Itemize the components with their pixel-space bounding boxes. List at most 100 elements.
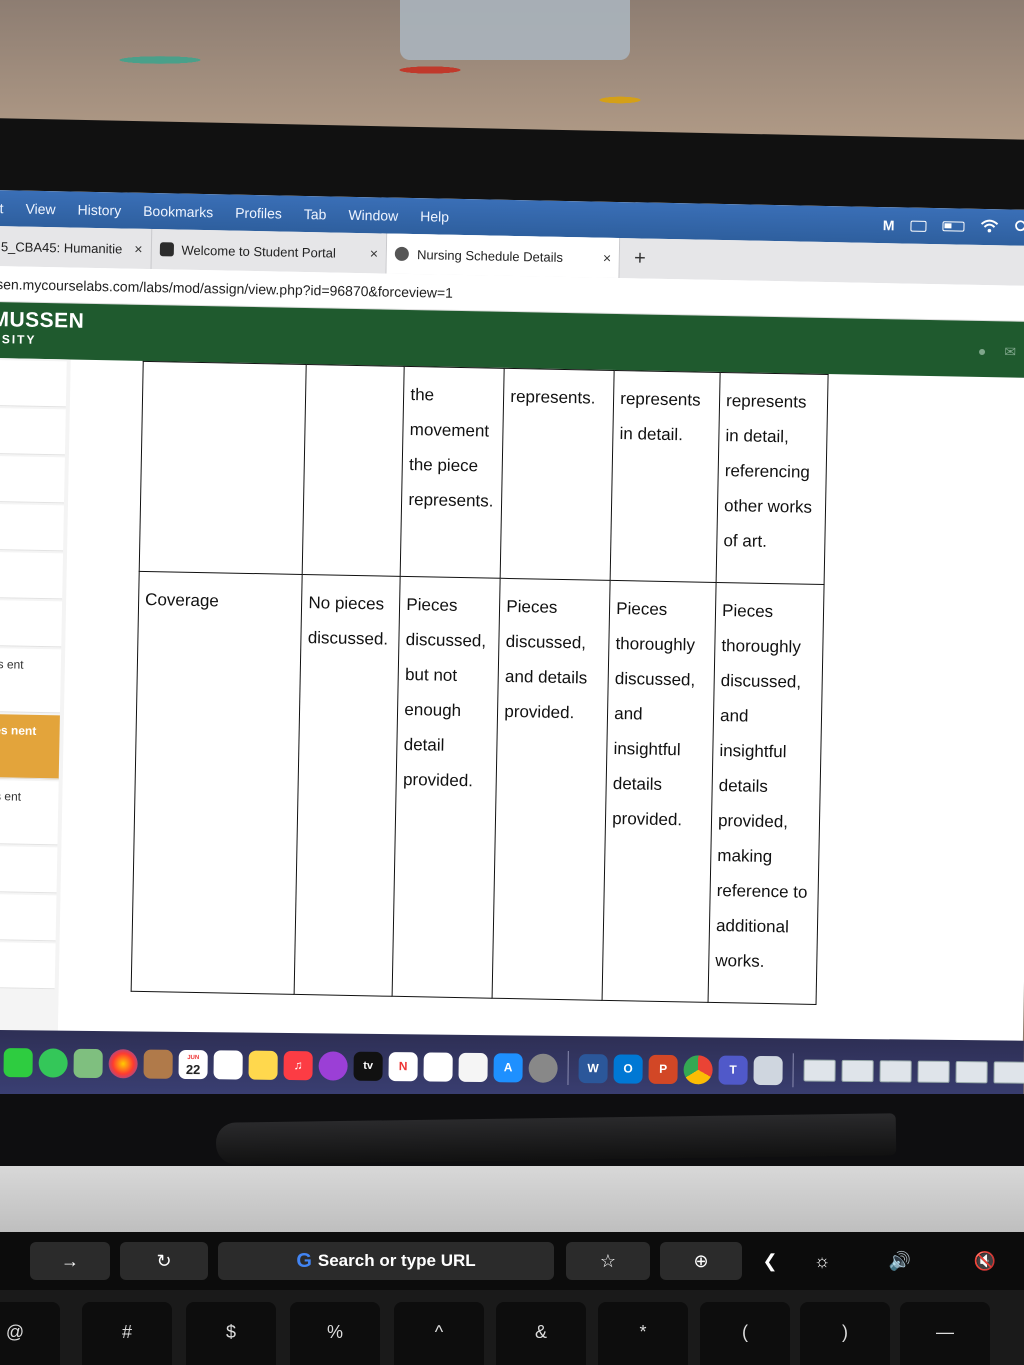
podcasts-icon[interactable]: [318, 1050, 348, 1081]
key-at[interactable]: @: [0, 1302, 60, 1365]
minimized-window-icon[interactable]: [879, 1060, 912, 1083]
search-url-button[interactable]: G Search or type URL: [218, 1242, 554, 1280]
tab-label: 5_CBA45: Humanitie: [0, 238, 123, 256]
powerpoint-icon[interactable]: P: [648, 1054, 678, 1084]
contacts-icon[interactable]: [143, 1049, 173, 1079]
key-paren-open[interactable]: (: [700, 1302, 790, 1365]
key-asterisk[interactable]: *: [598, 1302, 688, 1365]
close-icon[interactable]: ×: [370, 245, 378, 261]
key-ampersand[interactable]: &: [496, 1302, 586, 1365]
menu-profiles[interactable]: Profiles: [235, 205, 282, 222]
table-cell: the movement the piece represents.: [400, 366, 505, 579]
minimized-window-icon[interactable]: [803, 1059, 836, 1082]
criterion-label: Coverage: [131, 571, 303, 995]
notes-icon[interactable]: [248, 1050, 278, 1080]
table-cell: [302, 364, 405, 577]
menu-history[interactable]: History: [77, 202, 121, 219]
pages-icon[interactable]: [458, 1052, 488, 1082]
teams-icon[interactable]: T: [718, 1055, 748, 1085]
system-preferences-icon[interactable]: [528, 1053, 558, 1083]
app-store-icon[interactable]: A: [493, 1052, 523, 1082]
music-icon[interactable]: ♫: [283, 1050, 313, 1080]
battery-icon[interactable]: [942, 221, 965, 232]
brightness-icon[interactable]: ☼: [796, 1242, 848, 1280]
new-tab-button[interactable]: +: [634, 247, 646, 270]
sidebar-item-activities-active[interactable]: ities nent: [0, 713, 60, 780]
photos-icon[interactable]: [108, 1048, 138, 1078]
key-hash[interactable]: #: [82, 1302, 172, 1365]
sidebar-item[interactable]: [0, 845, 58, 894]
facetime-icon[interactable]: [3, 1047, 33, 1077]
sidebar-item-activities[interactable]: ties ent: [0, 647, 62, 714]
url-text[interactable]: sen.mycourselabs.com/labs/mod/assign/vie…: [0, 276, 453, 301]
outlook-icon[interactable]: O: [613, 1053, 643, 1084]
word-icon[interactable]: W: [578, 1053, 608, 1083]
menu-help[interactable]: Help: [420, 208, 449, 225]
table-cell: [139, 361, 307, 575]
tab-humanities[interactable]: 5_CBA45: Humanitie ×: [0, 225, 152, 270]
table-cell: Pieces thoroughly discussed, and insight…: [602, 580, 717, 1003]
wifi-icon[interactable]: [980, 218, 999, 235]
sidebar-item[interactable]: [0, 893, 57, 942]
sidebar-item[interactable]: [0, 941, 56, 990]
touch-bar: → ↻ G Search or type URL ☆ ⊕ ❮ ☼ 🔊 🔇: [0, 1232, 1024, 1290]
spotlight-search-icon[interactable]: [1014, 219, 1024, 236]
close-icon[interactable]: ×: [134, 241, 142, 257]
key-percent[interactable]: %: [290, 1302, 380, 1365]
minimized-window-icon[interactable]: [993, 1061, 1024, 1084]
mute-icon[interactable]: 🔇: [950, 1242, 1020, 1280]
keyboard: @ # $ % ^ & * ( ) —: [0, 1290, 1024, 1365]
search-url-label: Search or type URL: [317, 1251, 476, 1270]
sidebar-item[interactable]: [0, 407, 66, 456]
reminders-icon[interactable]: [213, 1049, 243, 1080]
messages-icon[interactable]: [38, 1047, 68, 1078]
forward-button[interactable]: →: [30, 1242, 110, 1280]
storage-bin: [400, 0, 630, 60]
key-paren-close[interactable]: ): [800, 1302, 890, 1365]
key-dash[interactable]: —: [900, 1302, 990, 1365]
bell-icon[interactable]: ●: [978, 343, 987, 360]
volume-icon[interactable]: 🔊: [870, 1242, 930, 1280]
minimized-window-icon[interactable]: [955, 1061, 988, 1084]
new-tab-plus-icon[interactable]: ⊕: [660, 1242, 742, 1280]
minimized-window-icon[interactable]: [917, 1060, 950, 1083]
calendar-icon[interactable]: JUN 22: [178, 1049, 208, 1079]
tab-label: Nursing Schedule Details: [416, 246, 564, 265]
tab-student-portal[interactable]: Welcome to Student Portal ×: [151, 229, 388, 274]
sidebar-item[interactable]: [0, 599, 63, 648]
close-icon[interactable]: ×: [603, 250, 611, 266]
display-icon[interactable]: [910, 220, 927, 232]
university-logo[interactable]: MUSSEN: [0, 308, 85, 334]
sidebar-item[interactable]: [0, 455, 65, 504]
maps-icon[interactable]: [73, 1048, 103, 1078]
table-cell: Pieces discussed, but not enough detail …: [392, 576, 501, 999]
menu-view[interactable]: View: [25, 201, 55, 218]
sidebar-item-activities[interactable]: ties ent: [0, 779, 59, 846]
bookmark-star-icon[interactable]: ☆: [566, 1242, 650, 1280]
sidebar-item[interactable]: [0, 551, 64, 600]
dock-separator: [792, 1053, 794, 1088]
menu-window[interactable]: Window: [348, 207, 398, 224]
news-icon[interactable]: N: [388, 1051, 418, 1081]
key-caret[interactable]: ^: [394, 1302, 484, 1365]
sidebar-item[interactable]: [0, 359, 67, 408]
numbers-icon[interactable]: [423, 1051, 453, 1082]
menu-tab[interactable]: Tab: [304, 206, 327, 222]
menu-bookmarks[interactable]: Bookmarks: [143, 203, 213, 220]
minimized-window-icon[interactable]: [841, 1059, 874, 1083]
menu-edit[interactable]: t: [0, 200, 4, 216]
photo-stage: t View History Bookmarks Profiles Tab Wi…: [0, 0, 1024, 1365]
header-icons: ● ✉: [978, 343, 1017, 361]
rubric-table: the movement the piece represents. repre…: [131, 361, 829, 1005]
tab-nursing-schedule[interactable]: Nursing Schedule Details ×: [386, 233, 621, 279]
key-dollar[interactable]: $: [186, 1302, 276, 1365]
apple-tv-icon[interactable]: tv: [353, 1051, 383, 1081]
chrome-icon[interactable]: [683, 1054, 713, 1084]
sidebar-item[interactable]: [0, 503, 64, 552]
reload-button[interactable]: ↻: [120, 1242, 208, 1280]
screenshot-preview-icon[interactable]: [753, 1055, 783, 1085]
malwarebytes-icon[interactable]: M: [883, 217, 895, 233]
table-row: Coverage No pieces discussed. Pieces dis…: [131, 571, 825, 1005]
collapse-chevron-icon[interactable]: ❮: [752, 1242, 788, 1280]
message-icon[interactable]: ✉: [1004, 343, 1016, 360]
